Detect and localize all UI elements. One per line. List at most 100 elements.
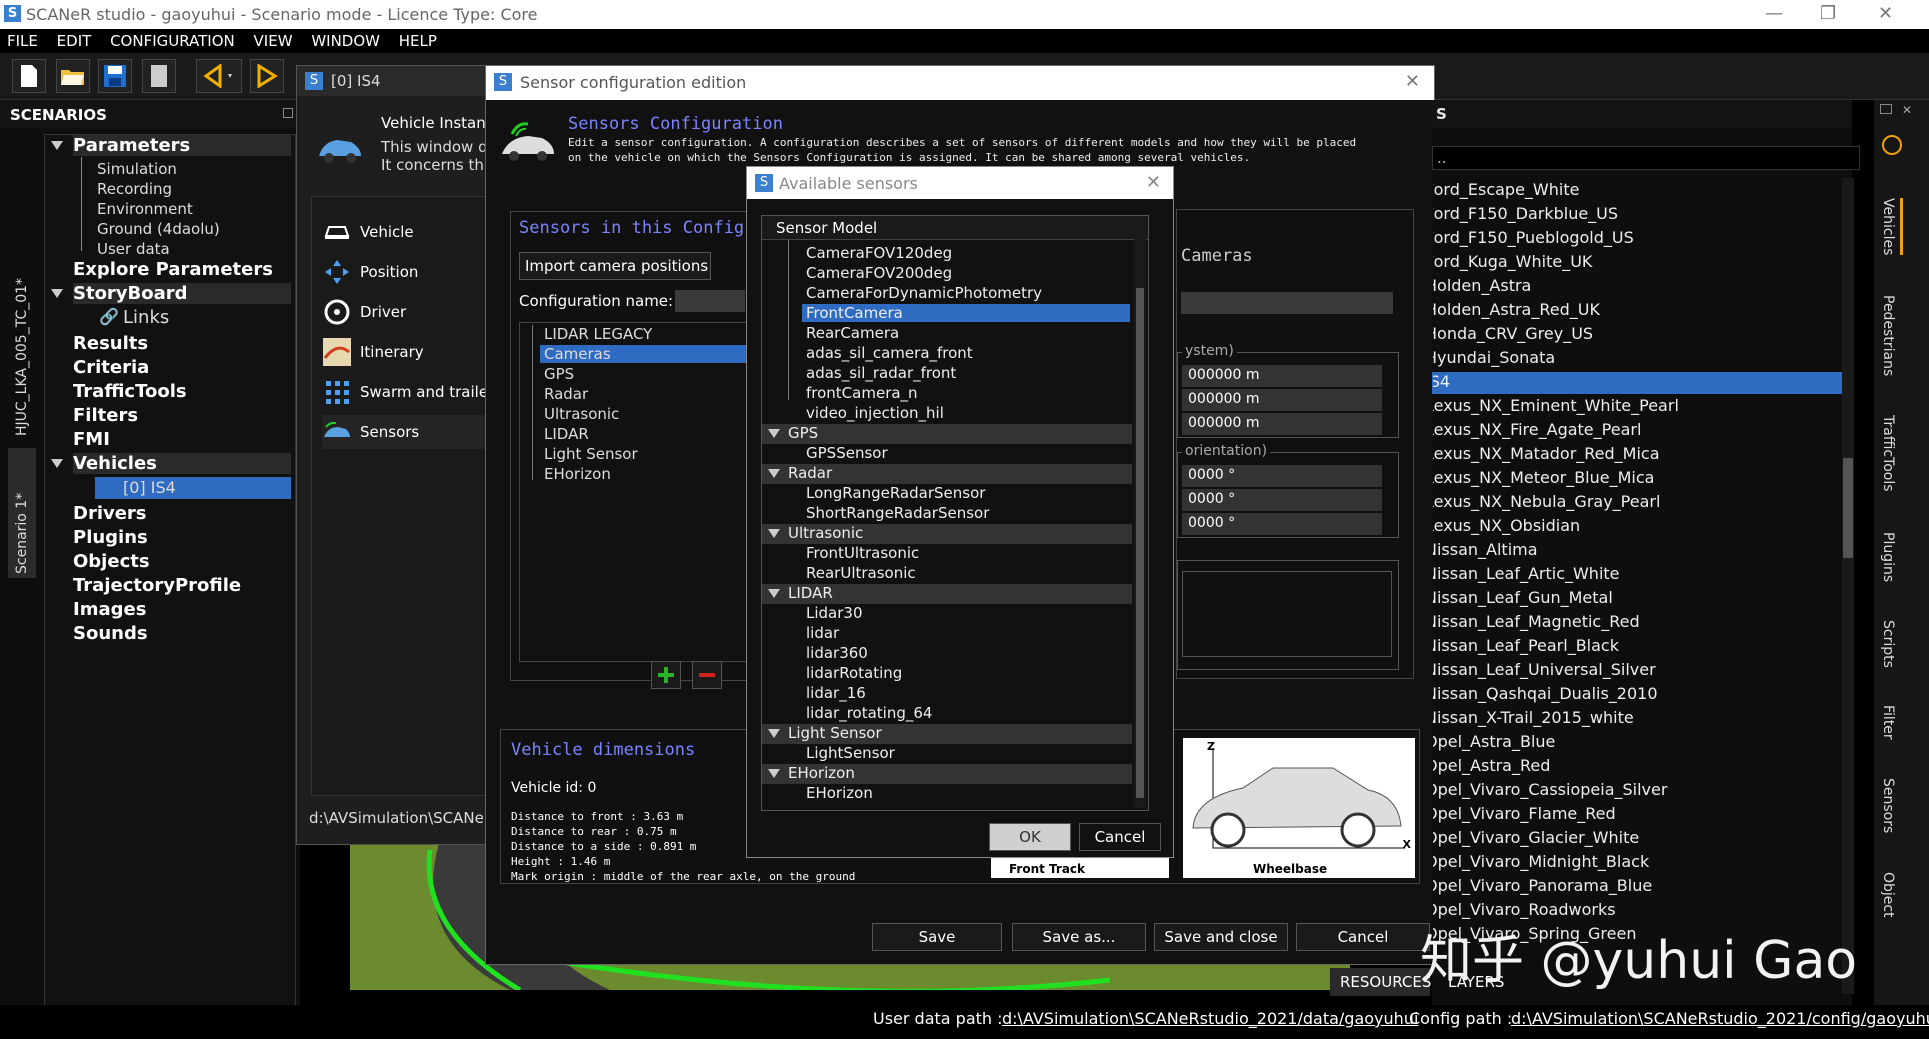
menu-configuration[interactable]: CONFIGURATION (103, 29, 242, 50)
vehicle-list-item[interactable]: Opel_Vivaro_Roadworks (1433, 900, 1873, 919)
document-icon[interactable] (142, 59, 176, 93)
expand-arrow-icon[interactable] (51, 289, 63, 298)
camera-model-item[interactable]: adas_sil_radar_front (806, 364, 956, 382)
menu-help[interactable]: HELP (392, 29, 444, 50)
camera-model-item[interactable]: frontCamera_n (806, 384, 918, 402)
category-light-sensor[interactable]: Light Sensor (762, 724, 1132, 744)
light-model-item[interactable]: LightSensor (806, 744, 895, 762)
panel-close-icon[interactable]: ✕ (1902, 103, 1912, 117)
vehicle-list-item[interactable]: IS4 (1433, 372, 1873, 391)
camera-model-item[interactable]: RearCamera (806, 324, 899, 342)
previous-icon[interactable] (196, 59, 242, 93)
tree-images[interactable]: Images (73, 599, 146, 620)
vehicle-list-item[interactable]: Honda_CRV_Grey_US (1433, 324, 1873, 343)
category-gps[interactable]: GPS (762, 424, 1132, 444)
sensor-list-item[interactable]: EHorizon (544, 465, 611, 483)
lidar-model-item[interactable]: Lidar30 (806, 604, 863, 622)
ehorizon-model-item[interactable]: EHorizon (806, 784, 873, 802)
camera-model-item[interactable]: video_injection_hil (806, 404, 944, 422)
tab-traffictools[interactable]: TrafficTools (1880, 415, 1896, 492)
camera-extra-field[interactable] (1182, 571, 1392, 657)
vehicle-list-item[interactable]: Lexus_NX_Eminent_White_Pearl (1433, 396, 1873, 415)
user-data-path-link[interactable]: d:\AVSimulation\SCANeRstudio_2021/data/g… (1002, 1009, 1418, 1028)
tree-filters[interactable]: Filters (73, 405, 138, 426)
save-and-close-button[interactable]: Save and close (1154, 923, 1288, 951)
save-as-button[interactable]: Save as... (1012, 923, 1146, 951)
lidar-model-item[interactable]: lidar_16 (806, 684, 866, 702)
lidar-model-item[interactable]: lidar360 (806, 644, 868, 662)
vehicle-list-item[interactable]: Opel_Vivaro_Midnight_Black (1433, 852, 1873, 871)
tree-vehicles[interactable]: Vehicles (73, 453, 291, 474)
vehicle-search-input[interactable]: .. (1432, 146, 1860, 170)
camera-model-item[interactable]: CameraFOV120deg (806, 244, 952, 262)
camera-model-item[interactable]: CameraFOV200deg (806, 264, 952, 282)
save-button[interactable]: Save (872, 923, 1002, 951)
sensor-list-item[interactable]: LIDAR (544, 425, 589, 443)
tree-fmi[interactable]: FMI (73, 429, 110, 450)
menu-file[interactable]: FILE (0, 29, 45, 50)
vehicle-list-item[interactable]: Nissan_Leaf_Magnetic_Red (1433, 612, 1873, 631)
restore-icon[interactable]: ❐ (1820, 3, 1836, 24)
save-icon[interactable] (98, 59, 132, 93)
vehicle-list-item[interactable]: Lexus_NX_Obsidian (1433, 516, 1873, 535)
vehicle-list-item[interactable]: Nissan_Leaf_Gun_Metal (1433, 588, 1873, 607)
remove-sensor-button[interactable] (692, 661, 722, 689)
category-ehorizon[interactable]: EHorizon (762, 764, 1132, 784)
tree-links[interactable]: Links (123, 307, 169, 328)
vehicle-list-item[interactable]: Holden_Astra (1433, 276, 1873, 295)
menu-window[interactable]: WINDOW (304, 29, 387, 50)
tree-drivers[interactable]: Drivers (73, 503, 147, 524)
cancel-button[interactable]: Cancel (1296, 923, 1430, 951)
tab-object[interactable]: Object (1880, 872, 1896, 918)
gps-model-item[interactable]: GPSSensor (806, 444, 888, 462)
vehicle-list-item[interactable]: Ford_Escape_White (1433, 180, 1873, 199)
expand-arrow-icon[interactable] (51, 459, 63, 468)
menu-edit[interactable]: EDIT (50, 29, 99, 50)
pitch-field[interactable]: 0000 ° (1182, 489, 1382, 511)
vehicle-list-item[interactable]: Lexus_NX_Nebula_Gray_Pearl (1433, 492, 1873, 511)
close-icon[interactable]: ✕ (1146, 172, 1161, 193)
tree-plugins[interactable]: Plugins (73, 527, 148, 548)
import-camera-positions-button[interactable]: Import camera positions (519, 252, 711, 280)
available-cancel-button[interactable]: Cancel (1079, 823, 1161, 851)
vehicle-list-item[interactable]: Lexus_NX_Meteor_Blue_Mica (1433, 468, 1873, 487)
ultrasonic-model-item[interactable]: RearUltrasonic (806, 564, 916, 582)
vehicle-list-item[interactable]: Opel_Vivaro_Flame_Red (1433, 804, 1873, 823)
sensor-list-item[interactable]: Light Sensor (544, 445, 638, 463)
vehicle-list-item[interactable]: Opel_Astra_Red (1433, 756, 1873, 775)
ok-button[interactable]: OK (989, 823, 1071, 851)
minimize-icon[interactable]: — (1765, 3, 1783, 24)
nav-sensors[interactable]: Sensors (322, 415, 512, 449)
nav-position[interactable]: Position (322, 255, 512, 289)
heading-field[interactable]: 0000 ° (1182, 465, 1382, 487)
add-sensor-button[interactable] (651, 661, 681, 689)
close-icon[interactable]: ✕ (1405, 71, 1420, 92)
sensor-tree-scrollbar[interactable] (1134, 218, 1146, 808)
roll-field[interactable]: 0000 ° (1182, 513, 1382, 535)
tab-scripts[interactable]: Scripts (1880, 620, 1896, 668)
tree-vehicle-is4[interactable]: [0] IS4 (95, 477, 291, 499)
camera-model-item-selected[interactable]: FrontCamera (802, 304, 1130, 322)
panel-float-icon[interactable] (283, 108, 293, 118)
tab-vehicles[interactable]: Vehicles (1880, 198, 1903, 256)
tab-resources[interactable]: RESOURCES (1330, 968, 1431, 996)
nav-driver[interactable]: Driver (322, 295, 512, 329)
ultrasonic-model-item[interactable]: FrontUltrasonic (806, 544, 919, 562)
tree-trajectoryprofile[interactable]: TrajectoryProfile (73, 575, 241, 596)
tab-pedestrians[interactable]: Pedestrians (1880, 295, 1896, 376)
sensor-list-item[interactable]: Radar (544, 385, 588, 403)
tab-filter[interactable]: Filter (1880, 705, 1896, 740)
tab-scenario-1[interactable]: Scenario 1* (8, 448, 36, 578)
lidar-model-item[interactable]: lidar (806, 624, 839, 642)
tree-recording[interactable]: Recording (97, 180, 172, 198)
vehicle-list-item[interactable]: Hyundai_Sonata (1433, 348, 1873, 367)
vehicle-list-item[interactable]: Nissan_Qashqai_Dualis_2010 (1433, 684, 1873, 703)
new-file-icon[interactable] (12, 59, 46, 93)
tree-simulation[interactable]: Simulation (97, 160, 177, 178)
category-radar[interactable]: Radar (762, 464, 1132, 484)
play-icon[interactable] (250, 59, 284, 93)
vehicle-list-item[interactable]: Ford_Kuga_White_UK (1433, 252, 1873, 271)
nav-swarm[interactable]: Swarm and trailer (322, 375, 512, 409)
tree-objects[interactable]: Objects (73, 551, 150, 572)
position-x-field[interactable]: 000000 m (1182, 365, 1382, 387)
